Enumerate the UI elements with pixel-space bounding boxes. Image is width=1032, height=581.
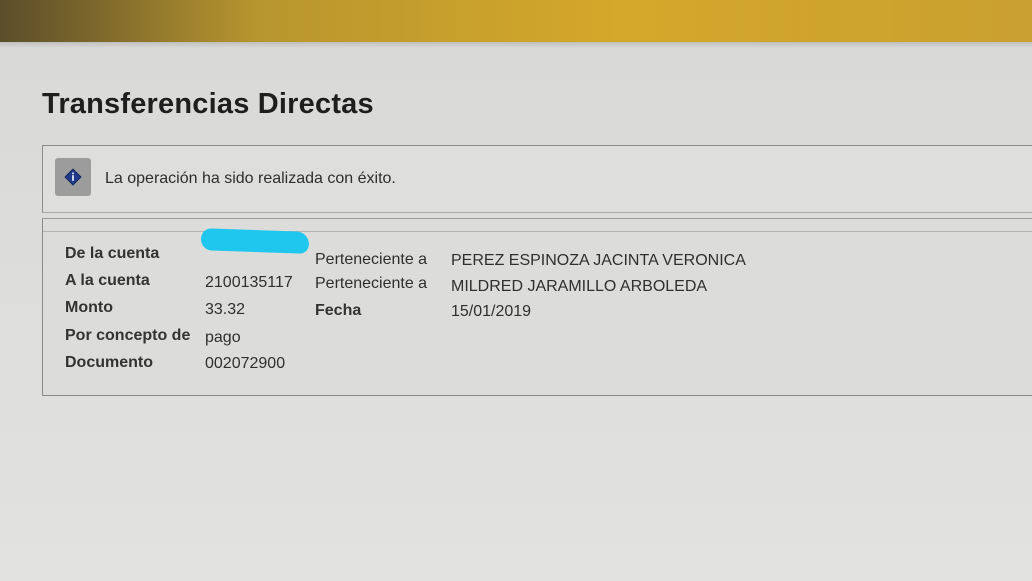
transfer-details: De la cuenta Perteneciente a PEREZ ESPIN…: [42, 218, 1032, 396]
redaction-mark: [200, 228, 310, 254]
to-account-owner: MILDRED JARAMILLO ARBOLEDA: [451, 278, 708, 295]
notice-icon-tile: [55, 158, 91, 196]
from-account-label: De la cuenta: [65, 245, 160, 262]
to-account-label: A la cuenta: [65, 272, 150, 289]
from-account-owner-prefix: Perteneciente a: [315, 251, 428, 268]
to-account-number: 2100135117: [205, 274, 293, 291]
date-value: 15/01/2019: [451, 303, 532, 320]
page-title: Transferencias Directas: [42, 88, 374, 120]
from-account-owner: PEREZ ESPINOZA JACINTA VERONICA: [451, 252, 746, 269]
notice-message: La operación ha sido realizada con éxito…: [105, 170, 396, 187]
top-banner-shadow: [0, 42, 1032, 48]
concept-label: Por concepto de: [65, 327, 191, 344]
amount-value: 33.32: [205, 301, 246, 318]
concept-value: pago: [205, 329, 241, 346]
document-label: Documento: [65, 354, 153, 371]
date-label: Fecha: [315, 302, 362, 319]
info-diamond-icon: [64, 168, 82, 186]
details-divider: [43, 231, 1032, 232]
top-banner: [0, 0, 1032, 42]
document-value: 002072900: [205, 355, 286, 372]
to-account-owner-prefix: Perteneciente a: [315, 275, 428, 292]
amount-label: Monto: [65, 299, 113, 316]
success-notice: La operación ha sido realizada con éxito…: [42, 145, 1032, 213]
